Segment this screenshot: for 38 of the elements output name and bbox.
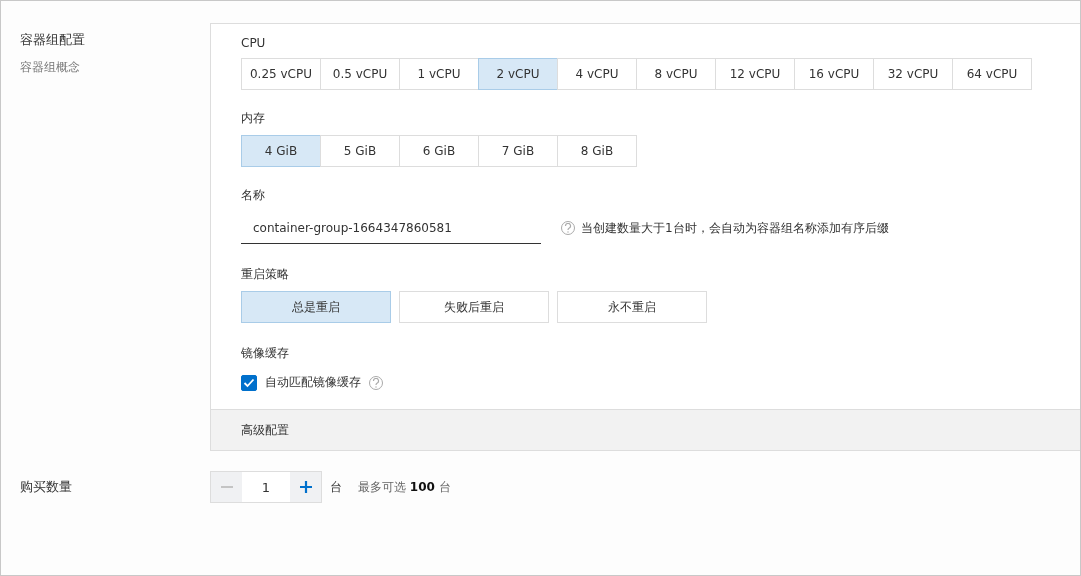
section-title: 容器组配置 [20, 31, 86, 49]
cpu-option[interactable]: 1 vCPU [399, 58, 479, 90]
checkbox[interactable] [241, 374, 257, 391]
cpu-option[interactable]: 0.25 vCPU [241, 58, 321, 90]
memory-option[interactable]: 4 GiB [241, 135, 321, 167]
restart-option[interactable]: 失败后重启 [399, 291, 549, 323]
quantity-unit: 台 [330, 478, 342, 496]
plus-button[interactable] [290, 472, 321, 502]
quantity-stepper[interactable]: 1 [210, 471, 322, 503]
quantity-limit: 最多可选 100 台 [358, 478, 451, 496]
memory-option[interactable]: 5 GiB [320, 135, 400, 167]
section-subtitle: 容器组概念 [20, 59, 81, 76]
restart-option[interactable]: 总是重启 [241, 291, 391, 323]
cpu-option[interactable]: 64 vCPU [952, 58, 1032, 90]
checkbox-label: 自动匹配镜像缓存 [265, 374, 361, 391]
memory-label: 内存 [241, 110, 265, 127]
image-cache-label: 镜像缓存 [241, 345, 289, 362]
name-hint: 当创建数量大于1台时，会自动为容器组名称添加有序后缀 [581, 219, 889, 237]
cpu-option[interactable]: 12 vCPU [715, 58, 795, 90]
plus-icon [299, 481, 312, 493]
cpu-label: CPU [241, 36, 266, 50]
memory-option[interactable]: 7 GiB [478, 135, 558, 167]
restart-option[interactable]: 永不重启 [557, 291, 707, 323]
memory-option[interactable]: 6 GiB [399, 135, 479, 167]
advanced-label: 高级配置 [241, 421, 289, 439]
minus-icon [220, 486, 233, 488]
cpu-option[interactable]: 16 vCPU [794, 58, 874, 90]
advanced-bar[interactable]: 高级配置 [211, 409, 1080, 450]
quantity-label: 购买数量 [19, 478, 73, 496]
name-input[interactable]: container-group-1664347860581 [241, 212, 541, 244]
restart-policy-label: 重启策略 [241, 266, 289, 283]
memory-option[interactable]: 8 GiB [557, 135, 637, 167]
name-label: 名称 [241, 187, 265, 204]
cpu-option[interactable]: 4 vCPU [557, 58, 637, 90]
cpu-option[interactable]: 0.5 vCPU [320, 58, 400, 90]
cpu-option[interactable]: 2 vCPU [478, 58, 558, 90]
cpu-option[interactable]: 32 vCPU [873, 58, 953, 90]
cpu-option[interactable]: 8 vCPU [636, 58, 716, 90]
